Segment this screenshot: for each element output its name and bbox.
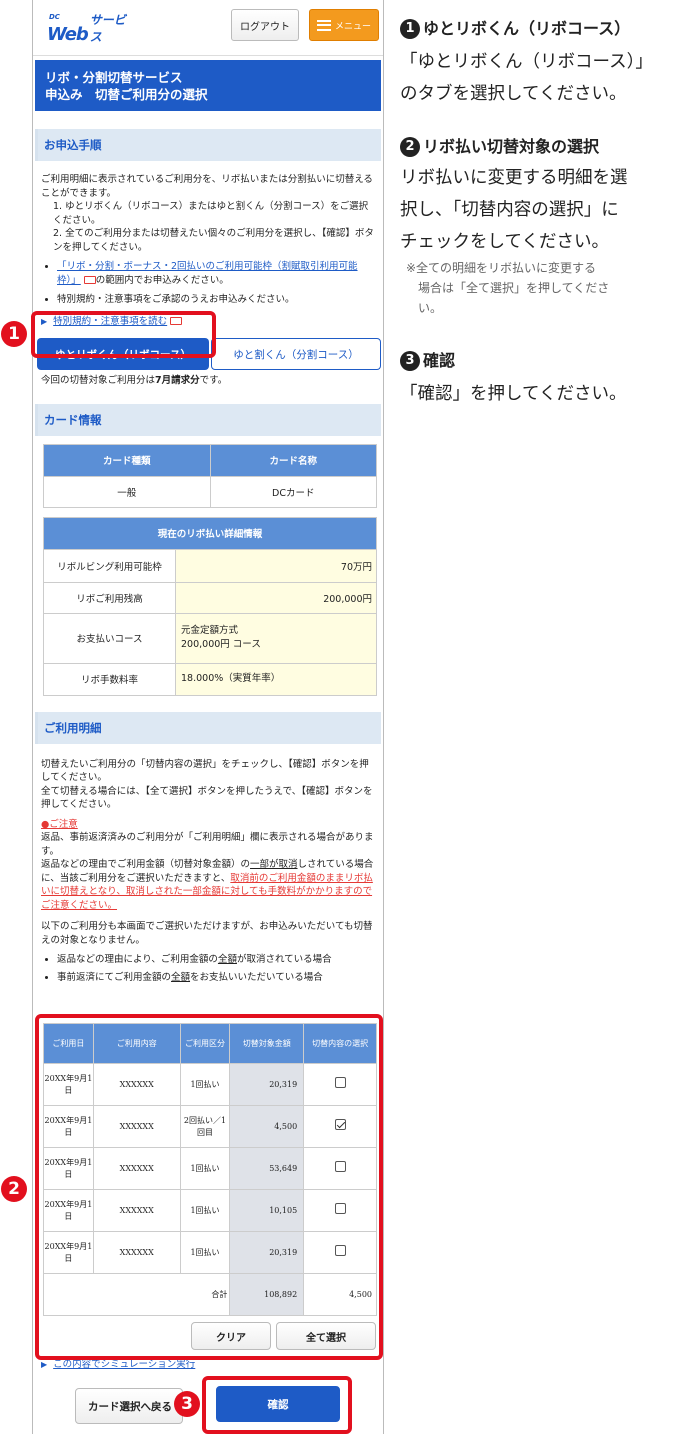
excluded-2c: をお支払いいただいている場合 [190,971,323,983]
guide-h3: 確認 [423,351,456,370]
card-table: カード種類 カード名称 一般 DCカード [43,443,377,508]
guide-step2-title: 2 リボ払い切替対象の選択 [400,134,690,160]
revo-detail-table: 現在のリボ払い詳細情報 リボルビング利用可能枠 70万円 リボご利用残高 200,0… [43,516,377,696]
caution-2a: 返品などの理由でご利用金額（切替対象金額）の [41,859,251,870]
card-type-header: カード種類 [43,443,211,477]
usage-p3: 以下のご利用分も本画面でご選択いただけますが、お申込みいただいても切替えの対象と… [41,921,373,946]
guide-note2b: 場合は「全て選択」を押してくださ [418,281,610,295]
balance-label: リボご利用残高 [43,581,176,614]
card-name-value: DCカード [209,475,377,508]
guide-p3: 「確認」を押してください。 [400,384,627,404]
external-window-icon [83,275,96,284]
menu-button[interactable]: メニュー [309,9,379,41]
arrow-right-icon: ▶ [41,1360,48,1369]
balance-value: 200,000円 [175,581,377,614]
logo-main: Web [47,24,89,45]
course-value: 元金定額方式 200,000円 コース [175,612,377,664]
section-card-heading: カード情報 [35,403,381,436]
limit-bullet: 「リボ・分割・ボーナス・2回払いのご利用可能枠（割賦取引利用可能枠）」の範囲内で… [57,260,375,287]
excluded-1b: 全額 [217,954,237,965]
guide-p1b: のタブを選択してください。 [400,84,627,104]
guide-p2a: リボ払いに変更する明細を選 [400,168,628,188]
section-usage-heading: ご利用明細 [35,711,381,744]
app-header: DC Web サービス ログアウト メニュー [33,0,383,56]
billing-note-pre: 今回の切替対象ご利用分は [41,375,156,386]
card-type-value: 一般 [43,475,211,508]
course-value-line2: 200,000円 コース [181,639,261,650]
section-procedure-heading: お申込手順 [35,129,381,161]
guide-num-3: 3 [400,351,420,371]
excluded-2b: 全額 [171,971,191,983]
fee-label: リボ手数料率 [43,662,176,696]
guide-step3-title: 3 確認 [400,348,690,374]
billing-note-month: 7月請求分 [155,375,200,386]
instruction-panel: 1 ゆとリボくん（リボコース） 「ゆとリボくん（リボコース）」 のタブを選択してく… [400,16,690,410]
hamburger-icon [316,19,331,31]
excluded-2a: 事前返済にてご利用金額の [57,971,172,983]
page-title-line2: 申込み 切替ご利用分の選択 [45,87,208,102]
guide-num-1: 1 [400,19,420,39]
excluded-bullet-2: 事前返済にてご利用金額の全額をお支払いいただいている場合 [57,971,375,985]
page-title: リボ・分割切替サービス 申込み 切替ご利用分の選択 [35,60,381,111]
guide-p2b: 択し、「切替内容の選択」に [400,200,619,220]
badge-3: 3 [174,1391,200,1417]
terms-bullet: 特別規約・注意事項をご承認のうえお申込みください。 [57,293,375,307]
simulation-link[interactable]: この内容でシミュレーション実行 [53,1359,195,1370]
procedure-intro: ご利用明細に表示されているご利用分を、リボ払いまたは分割払いに切替えることができ… [41,174,373,199]
guide-num-2: 2 [400,137,420,157]
caution-title: ●ご注意 [41,818,78,830]
excluded-bullet-1: 返品などの理由により、ご利用金額の全額が取消されている場合 [57,953,375,967]
revo-detail-header: 現在のリボ払い詳細情報 [43,516,377,550]
procedure-step-2: 2. 全てのご利用分または切替えたい個々のご利用分を選択し、【確認】ボタンを押し… [53,228,374,253]
guide-p2c: チェックをしてください。 [400,232,609,252]
card-name-header: カード名称 [209,443,377,477]
back-to-card-button[interactable]: カード選択へ戻る [75,1388,183,1424]
tab-yutowari[interactable]: ゆと割くん（分割コース） [211,338,381,370]
excluded-1a: 返品などの理由により、ご利用金額の [57,954,218,965]
limit-value: 70万円 [175,548,377,583]
guide-h1: ゆとリボくん（リボコース） [423,19,631,38]
logo-small: DC [49,13,60,21]
highlight-table-box [35,1014,383,1360]
badge-2: 2 [1,1176,27,1202]
page-title-line1: リボ・分割切替サービス [45,70,183,85]
logo-sub: サービス [89,13,126,44]
limit-bullet-rest: の範囲内でお申込みください。 [95,274,229,286]
simulation-row: ▶ この内容でシミュレーション実行 [33,1358,203,1372]
procedure-step-1: 1. ゆとリボくん（リボコース）またはゆと割くん（分割コース）をご選択ください。 [53,201,369,226]
usage-p1: 切替えたいご利用分の「切替内容の選択」をチェックし、【確認】ボタンを押してくださ… [41,758,369,784]
guide-note2a: ※全ての明細をリボ払いに変更する [406,261,597,275]
caution-2b: 一部が取消 [250,859,298,870]
guide-h2: リボ払い切替対象の選択 [423,137,600,156]
excluded-1c: が取消されている場合 [236,954,332,965]
billing-note: 今回の切替対象ご利用分は7月請求分です。 [33,374,383,388]
caution-1: 返品、事前返済済みのご利用分が「ご利用明細」欄に表示される場合があります。 [41,832,374,857]
logout-button[interactable]: ログアウト [231,9,299,41]
limit-label: リボルビング利用可能枠 [43,548,176,583]
badge-1: 1 [1,321,27,347]
course-label: お支払いコース [43,612,176,664]
caution-2: 返品などの理由でご利用金額（切替対象金額）の一部が取消しされている場合に、当該ご… [33,858,383,912]
billing-note-post: です。 [199,375,228,386]
web-service-logo[interactable]: DC Web サービス [47,13,127,45]
highlight-confirm-box [202,1376,352,1434]
guide-step1-title: 1 ゆとリボくん（リボコース） [400,16,690,42]
fee-value: 18.000%（実質年率） [175,662,377,696]
highlight-tab-box [31,311,216,358]
usage-p2: 全て切替える場合には、【全て選択】ボタンを押したうえで、【確認】ボタンを押してく… [41,785,373,811]
course-value-line1: 元金定額方式 [181,625,239,636]
guide-note2c: い。 [418,301,443,315]
menu-label: メニュー [334,21,371,32]
guide-p1a: 「ゆとリボくん（リボコース）」 [400,52,653,72]
